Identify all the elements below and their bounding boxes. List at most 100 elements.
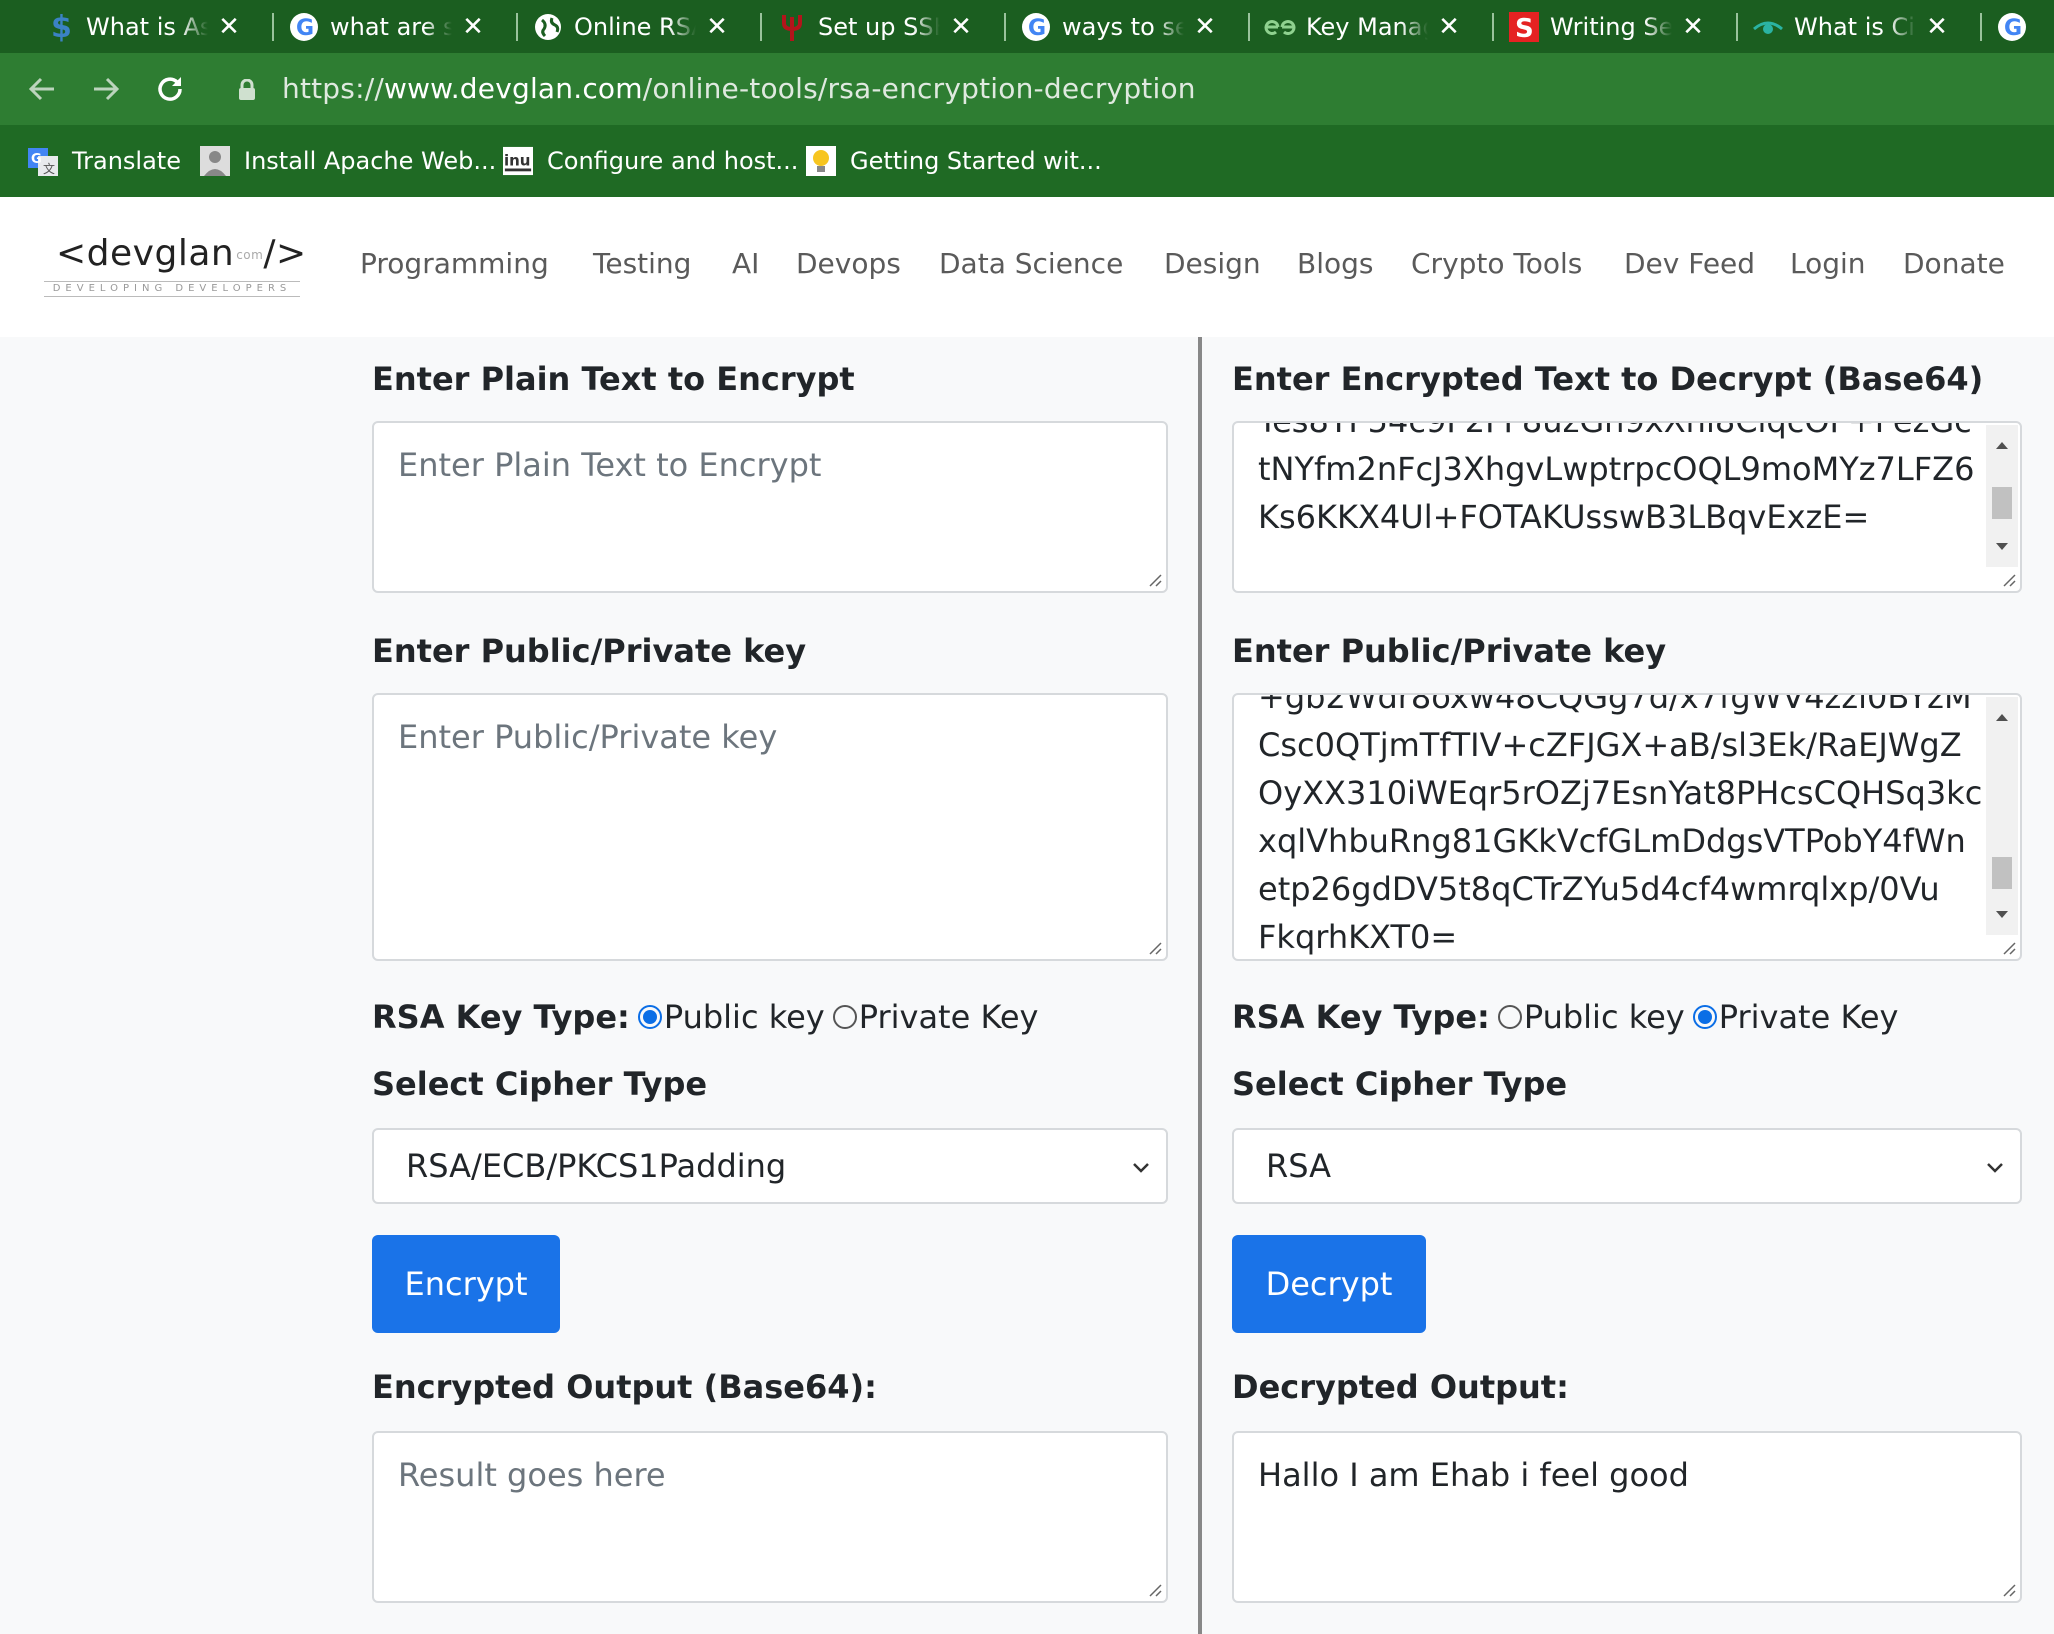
menu-programming[interactable]: Programming <box>360 247 549 280</box>
scroll-down-icon[interactable] <box>1986 901 2018 929</box>
menu-ai[interactable]: AI <box>732 247 759 280</box>
bookmarks-bar: G文 Translate Install Apache Web... inu C… <box>0 125 2054 197</box>
bookmark-configure-host[interactable]: inu Configure and host... <box>503 125 798 197</box>
url-field[interactable]: https://www.devglan.com/online-tools/rsa… <box>282 53 1196 125</box>
globe-icon <box>532 11 564 43</box>
trident-icon <box>776 11 808 43</box>
close-icon[interactable]: ✕ <box>458 12 488 42</box>
private-key-radio[interactable] <box>1692 1005 1717 1029</box>
key-type-label: RSA Key Type: <box>1232 998 1490 1036</box>
menu-blogs[interactable]: Blogs <box>1297 247 1373 280</box>
menu-donate[interactable]: Donate <box>1903 247 2005 280</box>
encrypted-output-label: Encrypted Output (Base64): <box>372 1368 877 1406</box>
text-line: FkqrhKXT0= <box>1258 918 1458 956</box>
browser-tab[interactable]: S Writing Sec ✕ <box>1494 0 1738 53</box>
forward-button[interactable] <box>84 67 128 111</box>
arrow-right-icon <box>94 77 120 101</box>
private-key-option[interactable]: Private Key <box>859 998 1039 1036</box>
scroll-thumb[interactable] <box>1992 487 2012 519</box>
menu-data-science[interactable]: Data Science <box>939 247 1123 280</box>
google-icon: G <box>1996 11 2028 43</box>
resize-handle-icon[interactable] <box>2000 571 2016 587</box>
public-key-radio[interactable] <box>1497 1005 1522 1029</box>
close-icon[interactable]: ✕ <box>702 12 732 42</box>
logo-com: com <box>236 248 264 262</box>
encrypt-key-type: RSA Key Type: Public key Private Key <box>372 998 1046 1036</box>
browser-tab[interactable]: G <box>1982 0 2054 53</box>
scroll-up-icon[interactable] <box>1986 703 2018 731</box>
browser-tab[interactable]: G what are ss ✕ <box>274 0 518 53</box>
menu-devops[interactable]: Devops <box>796 247 901 280</box>
plain-text-input[interactable]: Enter Plain Text to Encrypt <box>372 421 1168 593</box>
encrypt-button[interactable]: Encrypt <box>372 1235 560 1333</box>
decrypt-cipher-value: RSA <box>1266 1147 1332 1185</box>
scrollbar[interactable] <box>1986 697 2018 935</box>
decrypt-key-content: +gb2Wdr8oxw48CQGg7d/x7fgWV4zzi0BYzM Csc0… <box>1258 695 1996 959</box>
encrypt-cipher-select[interactable]: RSA/ECB/PKCS1Padding <box>372 1128 1168 1204</box>
private-key-radio[interactable] <box>832 1005 857 1029</box>
devglan-logo[interactable]: <devglan com/> DEVELOPING DEVELOPERS <box>44 233 306 297</box>
reload-icon <box>158 77 182 101</box>
close-icon[interactable]: ✕ <box>1922 12 1952 42</box>
menu-crypto-tools[interactable]: Crypto Tools <box>1411 247 1582 280</box>
reload-button[interactable] <box>148 67 192 111</box>
tab-title: Online RSA <box>574 12 696 41</box>
encrypted-text-input[interactable]: Tes8YP54c9F2FF8uzGn9xXni8CiqcOF+PezGc tN… <box>1232 421 2022 593</box>
text-line: Ks6KKX4Ul+FOTAKUsswB3LBqvExzE= <box>1258 498 1870 536</box>
menu-login[interactable]: Login <box>1790 247 1866 280</box>
close-icon[interactable]: ✕ <box>946 12 976 42</box>
scrollbar[interactable] <box>1986 425 2018 567</box>
svg-text:inu: inu <box>504 152 531 170</box>
logo-text: <devglan <box>56 233 235 274</box>
svg-text:$: $ <box>51 11 72 43</box>
text-line: OyXX310iWEqr5rOZj7EsnYat8PHcsCQHSq3kc <box>1258 774 1983 812</box>
public-key-option[interactable]: Public key <box>664 998 825 1036</box>
encrypted-text-content: Tes8YP54c9F2FF8uzGn9xXni8CiqcOF+PezGc tN… <box>1258 421 1996 541</box>
encrypt-key-input[interactable]: Enter Public/Private key <box>372 693 1168 961</box>
decrypted-output-field[interactable]: Hallo I am Ehab i feel good <box>1232 1431 2022 1603</box>
browser-tab[interactable]: What is Cip ✕ <box>1738 0 1982 53</box>
public-key-radio[interactable] <box>637 1005 662 1029</box>
bookmark-getting-started[interactable]: Getting Started wit... <box>806 125 1102 197</box>
menu-dev-feed[interactable]: Dev Feed <box>1624 247 1755 280</box>
scroll-thumb[interactable] <box>1992 857 2012 889</box>
public-key-option[interactable]: Public key <box>1524 998 1685 1036</box>
decrypted-output-value: Hallo I am Ehab i feel good <box>1258 1456 1689 1494</box>
browser-tab[interactable]: $ What is Asy ✕ <box>30 0 274 53</box>
browser-tab[interactable]: Key Manag ✕ <box>1250 0 1494 53</box>
decrypt-key-input[interactable]: +gb2Wdr8oxw48CQGg7d/x7fgWV4zzi0BYzM Csc0… <box>1232 693 2022 961</box>
scroll-down-icon[interactable] <box>1986 533 2018 561</box>
plain-text-label: Enter Plain Text to Encrypt <box>372 360 855 398</box>
private-key-option[interactable]: Private Key <box>1719 998 1899 1036</box>
resize-handle-icon[interactable] <box>2000 1581 2016 1597</box>
close-icon[interactable]: ✕ <box>1678 12 1708 42</box>
browser-tab[interactable]: Set up SSH ✕ <box>762 0 1006 53</box>
encrypt-cipher-label: Select Cipher Type <box>372 1065 708 1103</box>
text-line: Tes8YP54c9F2FF8uzGn9xXni8CiqcOF+PezGc <box>1258 421 1972 440</box>
close-icon[interactable]: ✕ <box>214 12 244 42</box>
bookmark-label: Translate <box>72 147 181 175</box>
bookmark-translate[interactable]: G文 Translate <box>28 125 181 197</box>
scroll-up-icon[interactable] <box>1986 431 2018 459</box>
dollar-icon: $ <box>44 11 76 43</box>
close-icon[interactable]: ✕ <box>1190 12 1220 42</box>
lock-icon[interactable] <box>238 79 256 101</box>
menu-design[interactable]: Design <box>1164 247 1261 280</box>
text-line: tNYfm2nFcJ3XhgvLwptrpcOQL9moMYz7LFZ6 <box>1258 450 1975 488</box>
resize-handle-icon[interactable] <box>1146 1581 1162 1597</box>
menu-testing[interactable]: Testing <box>593 247 691 280</box>
encrypted-output-field[interactable]: Result goes here <box>372 1431 1168 1603</box>
resize-handle-icon[interactable] <box>2000 939 2016 955</box>
url-host: www.devglan.com <box>383 72 643 105</box>
gfg-icon <box>1264 11 1296 43</box>
decrypt-cipher-select[interactable]: RSA <box>1232 1128 2022 1204</box>
decrypt-button[interactable]: Decrypt <box>1232 1235 1426 1333</box>
resize-handle-icon[interactable] <box>1146 571 1162 587</box>
bookmark-install-apache[interactable]: Install Apache Web... <box>200 125 496 197</box>
browser-tab[interactable]: Online RSA ✕ <box>518 0 762 53</box>
close-icon[interactable]: ✕ <box>1434 12 1464 42</box>
resize-handle-icon[interactable] <box>1146 939 1162 955</box>
back-button[interactable] <box>20 67 64 111</box>
browser-tab[interactable]: G ways to se ✕ <box>1006 0 1250 53</box>
site-header: <devglan com/> DEVELOPING DEVELOPERS Prog… <box>0 197 2054 337</box>
